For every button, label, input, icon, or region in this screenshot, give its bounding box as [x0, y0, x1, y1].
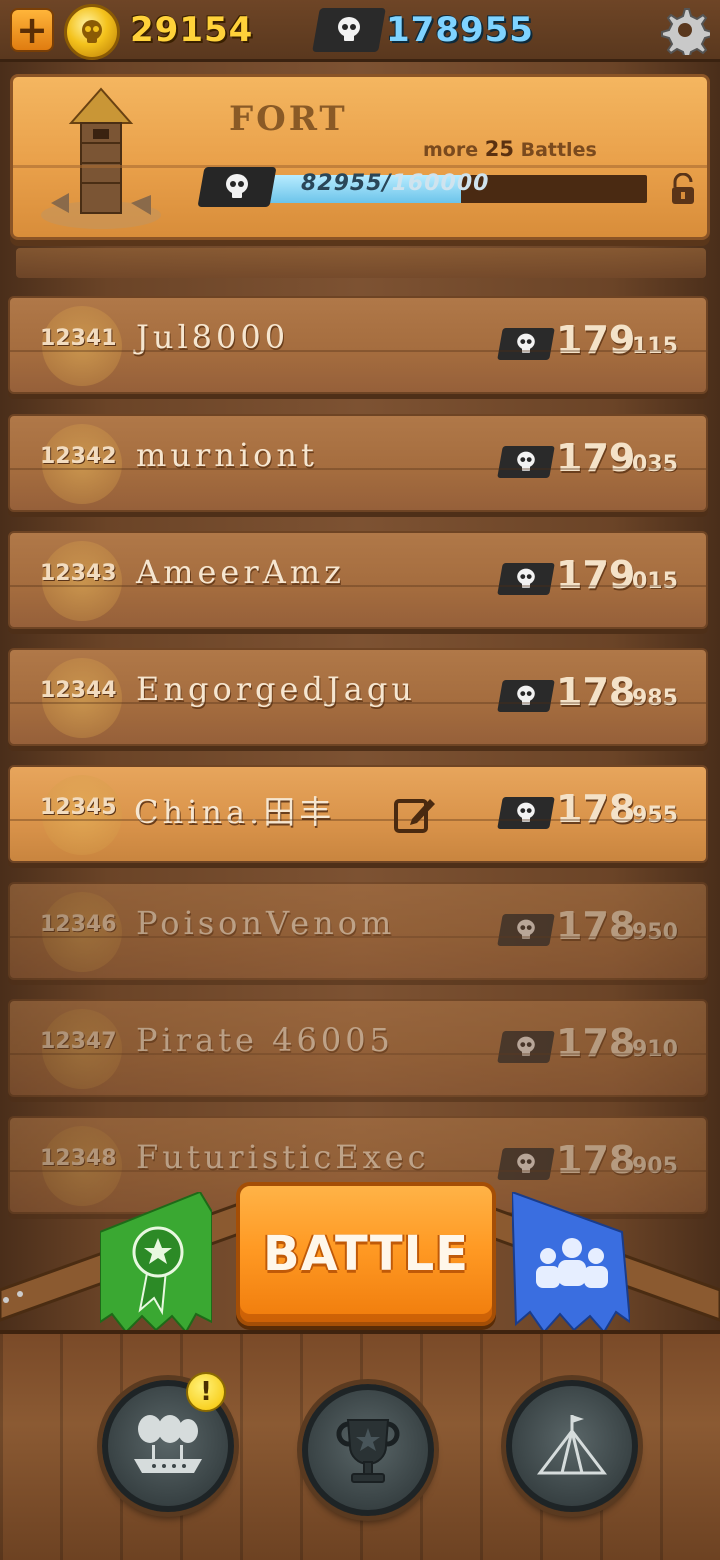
skull-flag-icon — [497, 1031, 555, 1063]
row-score-thousands: 178 — [556, 787, 636, 831]
plank-divider — [16, 248, 706, 278]
trophy-icon — [336, 1419, 400, 1483]
skull-flag-icon — [312, 8, 386, 52]
row-score-thousands: 178 — [556, 670, 636, 714]
row-score-units: 955 — [632, 803, 678, 828]
row-rank: 12341 — [40, 326, 117, 351]
row-player-name: PoisonVenom — [136, 904, 396, 942]
skull-flag-icon — [497, 680, 555, 712]
league-panel: FORT more 25 Battles 82955/160000 — [10, 74, 710, 240]
skull-flag-icon — [497, 328, 555, 360]
skull-flag-icon — [497, 563, 555, 595]
row-score-thousands: 179 — [556, 436, 636, 480]
row-score-units: 115 — [632, 334, 678, 359]
row-score-units: 035 — [632, 452, 678, 477]
clan-banner[interactable] — [512, 1192, 630, 1332]
leaderboard-row[interactable]: 12344 EngorgedJagu 178 985 — [8, 648, 708, 746]
nav-camp-button[interactable] — [506, 1380, 638, 1512]
row-score-thousands: 179 — [556, 318, 636, 362]
row-player-name: Pirate 46005 — [136, 1021, 394, 1059]
tent-icon — [536, 1415, 608, 1475]
skull-flag-icon — [197, 167, 277, 207]
progress-text: 82955/160000 — [301, 171, 490, 196]
airship-icon — [134, 1415, 202, 1473]
edit-icon[interactable] — [392, 793, 438, 837]
settings-button[interactable] — [654, 2, 716, 58]
fort-tower-image — [41, 87, 161, 229]
leaderboard-row[interactable]: 12341 Jul8000 179 115 — [8, 296, 708, 394]
row-rank: 12347 — [40, 1029, 117, 1054]
top-bar: + 29154 178955 — [0, 0, 720, 62]
leaderboard-row[interactable]: 12347 Pirate 46005 178 910 — [8, 999, 708, 1097]
gold-amount: 29154 — [130, 10, 254, 50]
row-rank: 12343 — [40, 561, 117, 586]
row-score-thousands: 178 — [556, 1021, 636, 1065]
row-score-thousands: 178 — [556, 1138, 636, 1182]
row-rank: 12342 — [40, 444, 117, 469]
row-player-name: FuturisticExec — [136, 1138, 430, 1176]
leaderboard-row[interactable]: 12343 AmeerAmz 179 015 — [8, 531, 708, 629]
row-player-name: murniont — [136, 436, 318, 474]
row-score-thousands: 179 — [556, 553, 636, 597]
row-score-units: 985 — [632, 686, 678, 711]
row-player-name: China.田丰 — [134, 793, 336, 831]
row-rank: 12345 — [40, 795, 117, 820]
unlock-icon — [672, 173, 694, 204]
nav-trophy-button[interactable] — [302, 1384, 434, 1516]
leaderboard-row[interactable]: 12342 murniont 179 035 — [8, 414, 708, 512]
battle-button[interactable]: BATTLE — [236, 1182, 496, 1326]
leaderboard-row[interactable]: 12346 PoisonVenom 178 950 — [8, 882, 708, 980]
skull-flag-icon — [497, 914, 555, 946]
alert-badge: ! — [186, 1372, 226, 1412]
skull-flag-icon — [497, 446, 555, 478]
battle-button-label: BATTLE — [263, 1226, 469, 1282]
row-score-thousands: 178 — [556, 904, 636, 948]
row-score-units: 905 — [632, 1154, 678, 1179]
row-rank: 12346 — [40, 912, 117, 937]
plus-icon: + — [16, 8, 48, 52]
skull-amount: 178955 — [386, 10, 534, 50]
add-gold-button[interactable]: + — [10, 8, 54, 52]
gold-skull-coin-icon — [64, 4, 120, 60]
row-score-units: 950 — [632, 920, 678, 945]
gear-icon — [661, 8, 710, 55]
league-progress: 82955/160000 — [197, 167, 649, 207]
leaderboard-row-self[interactable]: 12345 China.田丰 178 955 — [8, 765, 708, 863]
row-rank: 12344 — [40, 678, 117, 703]
skull-flag-icon — [497, 1148, 555, 1180]
row-player-name: AmeerAmz — [136, 553, 345, 591]
row-player-name: EngorgedJagu — [136, 670, 416, 708]
row-score-units: 015 — [632, 569, 678, 594]
battles-remaining: more 25 Battles — [423, 137, 597, 161]
achievements-banner[interactable] — [100, 1192, 212, 1332]
row-score-units: 910 — [632, 1037, 678, 1062]
skull-flag-icon — [497, 797, 555, 829]
league-title: FORT — [229, 99, 348, 139]
row-player-name: Jul8000 — [136, 318, 290, 356]
row-rank: 12348 — [40, 1146, 117, 1171]
